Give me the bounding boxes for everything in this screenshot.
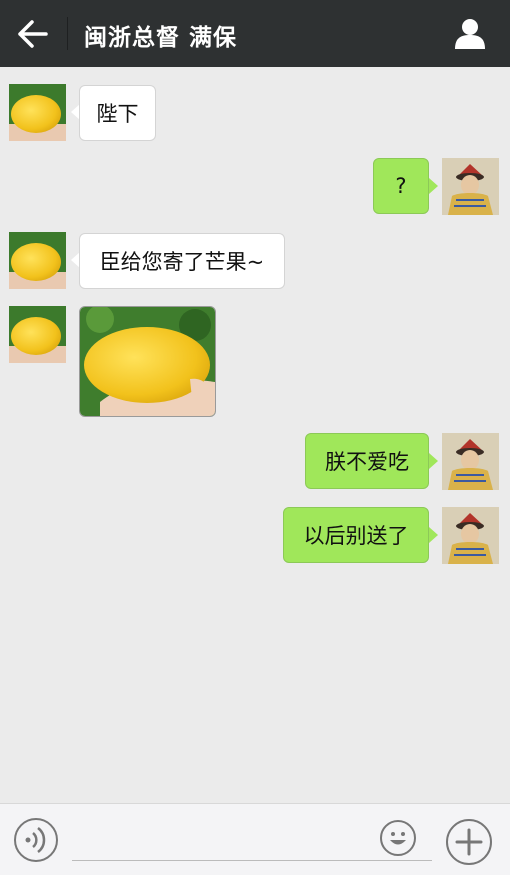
mango-avatar-image xyxy=(9,232,66,289)
plus-icon xyxy=(455,828,483,856)
profile-button[interactable] xyxy=(452,16,488,50)
avatar-mango[interactable] xyxy=(9,84,66,141)
emperor-avatar-image xyxy=(442,433,499,490)
avatar-emperor[interactable] xyxy=(442,433,499,490)
back-button[interactable] xyxy=(14,18,52,50)
message-input[interactable] xyxy=(72,860,432,861)
mango-avatar-image xyxy=(9,84,66,141)
message-bubble[interactable]: 臣给您寄了芒果~ xyxy=(79,233,285,289)
avatar-emperor[interactable] xyxy=(442,507,499,564)
message-text: 臣给您寄了芒果~ xyxy=(99,250,265,274)
input-bar xyxy=(0,803,510,875)
emperor-avatar-image xyxy=(442,507,499,564)
mango-photo xyxy=(80,307,215,416)
message-bubble[interactable]: 陛下 xyxy=(79,85,156,141)
emoji-button[interactable] xyxy=(380,820,416,856)
person-icon xyxy=(455,19,485,49)
bubble-tail xyxy=(429,178,438,194)
avatar-mango[interactable] xyxy=(9,306,66,363)
message-bubble[interactable]: 朕不爱吃 xyxy=(305,433,429,489)
voice-icon xyxy=(25,827,46,853)
chat-title: 闽浙总督 满保 xyxy=(84,25,238,51)
mango-avatar-image xyxy=(9,306,66,363)
more-button[interactable] xyxy=(446,819,492,865)
voice-button[interactable] xyxy=(14,818,58,862)
message-bubble[interactable]: ? xyxy=(373,158,429,214)
image-message[interactable] xyxy=(79,306,216,417)
header-divider xyxy=(67,17,68,50)
emperor-avatar-image xyxy=(442,158,499,215)
arrow-left-icon xyxy=(18,20,48,48)
bubble-tail xyxy=(429,453,438,469)
top-bar: 闽浙总督 满保 xyxy=(0,0,510,67)
bubble-tail xyxy=(429,527,438,543)
message-text: 陛下 xyxy=(96,102,139,126)
avatar-mango[interactable] xyxy=(9,232,66,289)
message-bubble[interactable]: 以后别送了 xyxy=(283,507,429,563)
avatar-emperor[interactable] xyxy=(442,158,499,215)
message-text: 朕不爱吃 xyxy=(325,450,409,474)
message-text: 以后别送了 xyxy=(303,524,409,548)
emoji-icon xyxy=(390,832,406,845)
message-text: ? xyxy=(395,174,407,198)
